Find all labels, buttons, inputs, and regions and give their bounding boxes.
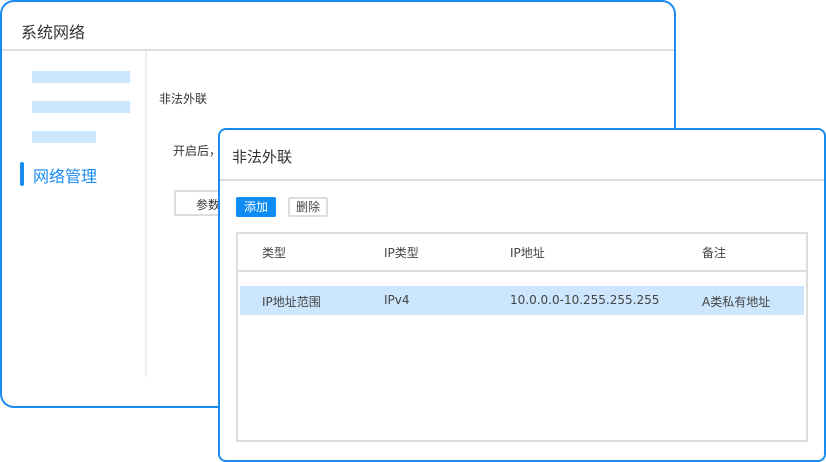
sidebar-divider <box>145 51 147 377</box>
cell-ip-type: IPv4 <box>384 293 410 307</box>
delete-button[interactable]: 删除 <box>288 197 328 217</box>
rules-table: 类型 IP类型 IP地址 备注 IP地址范围 IPv4 10.0.0.0-10.… <box>236 232 808 442</box>
column-header-ip-type: IP类型 <box>384 246 419 260</box>
sidebar-item-placeholder[interactable] <box>32 101 130 113</box>
active-indicator <box>20 162 24 186</box>
window-title: 系统网络 <box>21 23 86 42</box>
cell-type: IP地址范围 <box>262 295 321 309</box>
table-row[interactable]: IP地址范围 IPv4 10.0.0.0-10.255.255.255 A类私有… <box>240 286 804 315</box>
dialog-title: 非法外联 <box>232 148 293 166</box>
column-header-ip: IP地址 <box>510 246 545 260</box>
sidebar-item-placeholder[interactable] <box>32 71 130 83</box>
column-header-type: 类型 <box>262 246 287 260</box>
section-label: 非法外联 <box>159 92 208 106</box>
description-text: 开启后， <box>173 144 222 158</box>
param-button-label: 参数 <box>196 198 221 212</box>
header-divider <box>2 49 674 51</box>
cell-note: A类私有地址 <box>702 295 771 309</box>
sidebar-item-network-management[interactable]: 网络管理 <box>33 163 97 187</box>
add-button[interactable]: 添加 <box>236 197 276 217</box>
header-divider <box>220 179 824 181</box>
sidebar-item-placeholder[interactable] <box>32 131 96 143</box>
cell-ip: 10.0.0.0-10.255.255.255 <box>510 293 660 307</box>
header-divider <box>238 270 806 272</box>
column-header-note: 备注 <box>702 246 727 260</box>
illegal-outreach-dialog: 非法外联 添加 删除 类型 IP类型 IP地址 备注 IP地址范围 IPv4 1… <box>218 128 826 462</box>
